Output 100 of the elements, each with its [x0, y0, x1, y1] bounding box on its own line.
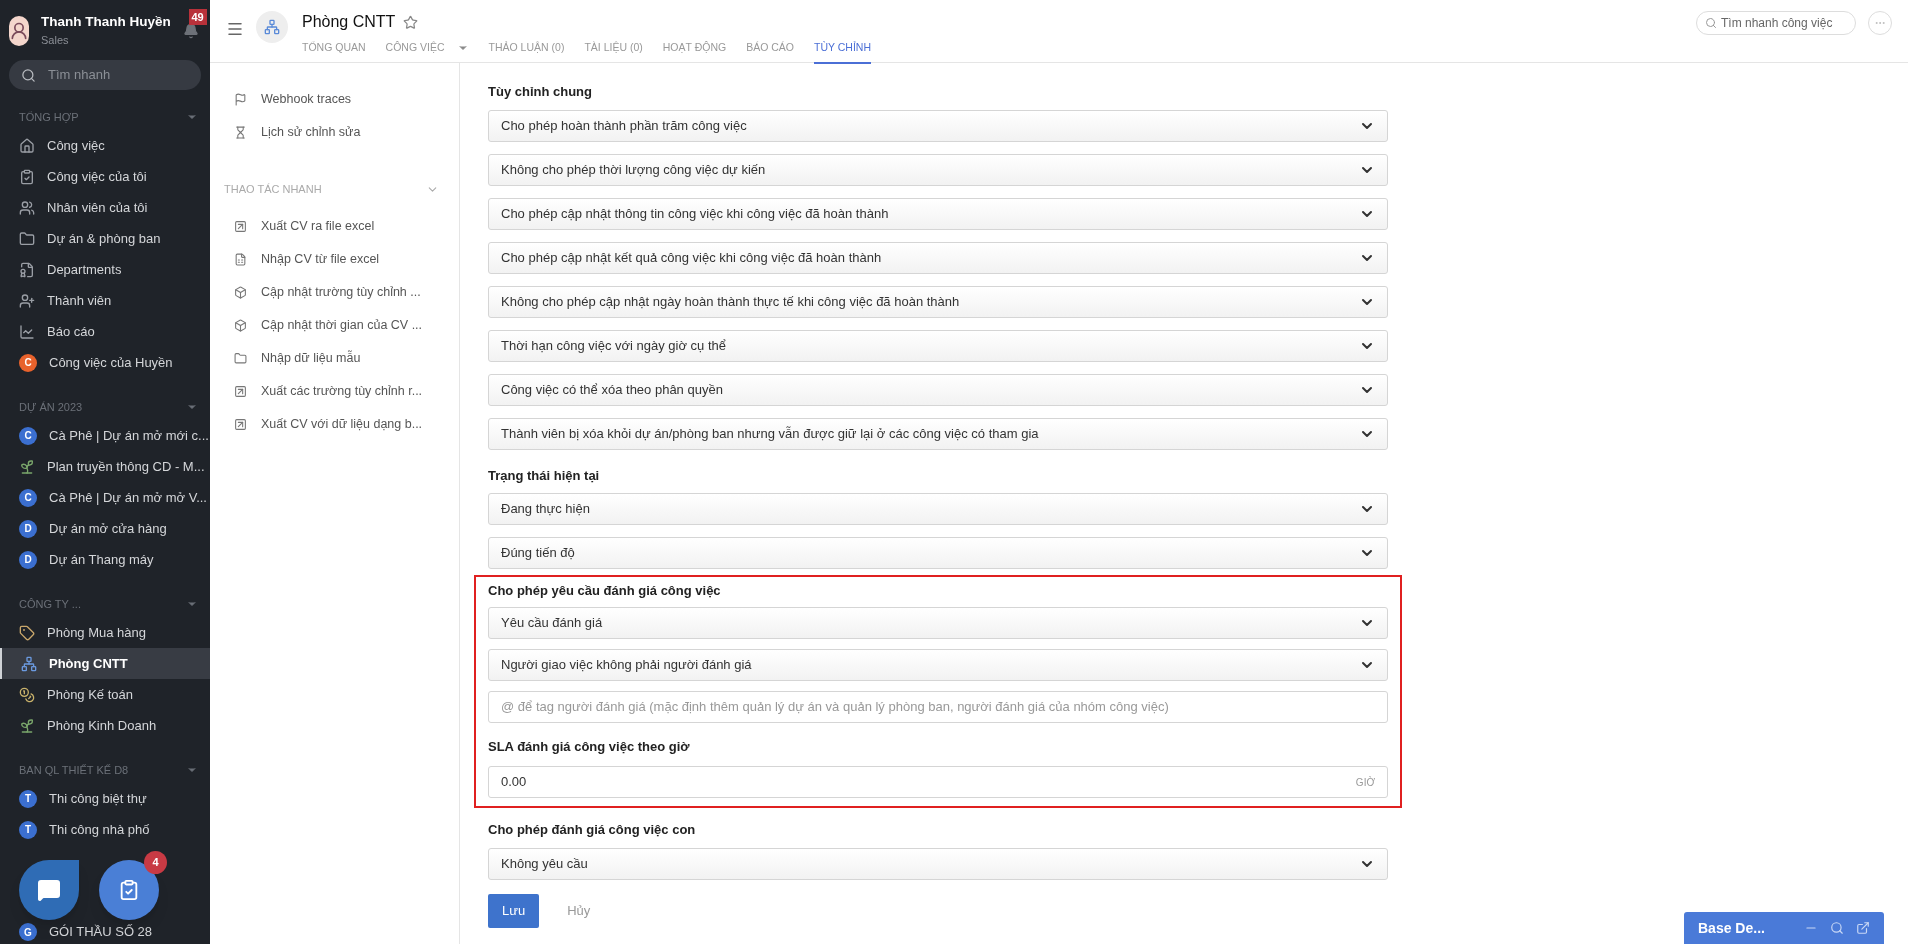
- sidebar-item[interactable]: Phòng Kinh Doanh: [0, 710, 210, 741]
- sidebar-item[interactable]: C Công việc của Huyền: [0, 347, 210, 378]
- select-field[interactable]: Đúng tiến độ: [488, 537, 1388, 569]
- letter-avatar: G: [19, 923, 37, 941]
- bell-icon[interactable]: [182, 22, 199, 39]
- chat-icon: [37, 878, 61, 902]
- sprout-icon: [19, 458, 35, 475]
- box-icon: [234, 285, 247, 299]
- section-heading: Cho phép yêu cầu đánh giá công việc: [488, 582, 722, 600]
- flag-icon: [234, 93, 247, 106]
- box-icon: [234, 318, 247, 332]
- quick-action-item[interactable]: Cập nhật trường tùy chỉnh ...: [210, 275, 459, 309]
- letter-avatar: T: [19, 820, 37, 839]
- select-field[interactable]: Không yêu cầu: [488, 847, 1388, 880]
- chart-icon: [19, 323, 35, 340]
- export-icon: [234, 219, 247, 233]
- star-icon[interactable]: [403, 14, 419, 30]
- section-title: DỰ ÁN 2023: [19, 399, 83, 415]
- hierarchy-icon: [21, 655, 37, 672]
- sidebar-item[interactable]: Thành viên: [0, 285, 210, 316]
- section-heading: Tùy chỉnh chung: [488, 83, 593, 101]
- sidebar-item[interactable]: Dự án & phòng ban: [0, 223, 210, 254]
- menu-icon[interactable]: [226, 20, 244, 38]
- user-avatar[interactable]: [9, 15, 29, 46]
- sidebar-item[interactable]: Departments: [0, 254, 210, 285]
- panel-item[interactable]: Webhook traces: [210, 83, 459, 116]
- letter-avatar: D: [19, 550, 37, 569]
- select-field[interactable]: Không cho phép cập nhật ngày hoàn thành thực tế khi công việc đã hoàn thành: [488, 285, 1388, 318]
- select-field[interactable]: Cho phép cập nhật thông tin công việc khi công việc đã hoàn thành: [488, 197, 1388, 230]
- select-field[interactable]: Yêu cầu đánh giá: [488, 606, 1388, 639]
- panel-item[interactable]: Lịch sử chỉnh sửa: [210, 116, 459, 149]
- clipboard-icon: [118, 879, 140, 901]
- select-field[interactable]: Cho phép hoàn thành phần trăm công việc: [488, 109, 1388, 142]
- sidebar-item[interactable]: T Thi công nhà phố: [0, 814, 210, 845]
- page-title: Phòng CNTT: [302, 12, 396, 32]
- select-field[interactable]: Thành viên bị xóa khỏi dự án/phòng ban nhưng vẫn được giữ lại ở các công việc có tham gia: [488, 417, 1388, 450]
- search-field[interactable]: Tìm nhanh: [9, 60, 201, 90]
- letter-avatar: D: [19, 519, 37, 538]
- quick-action-item[interactable]: Cập nhật thời gian của CV ...: [210, 308, 459, 342]
- letter-avatar: C: [19, 426, 37, 445]
- sidebar-item[interactable]: C Cà Phê | Dự án mở mở V...: [0, 482, 210, 513]
- section-title: BAN QL THIẾT KẾ D8: [19, 762, 129, 778]
- save-button[interactable]: Lưu: [488, 893, 540, 928]
- quick-action-item[interactable]: Xuất CV với dữ liệu dạng b...: [210, 407, 459, 441]
- section-title: TỔNG HỢP: [19, 109, 79, 125]
- input-field[interactable]: @ để tag người đánh giá (mặc định thêm quản lý dự án và quản lý phòng ban, người đánh giá của nhóm công việc): [488, 690, 1388, 723]
- sidebar-item[interactable]: Công việc: [0, 130, 210, 161]
- search-icon[interactable]: [1830, 921, 1844, 935]
- sprout-icon: [19, 717, 35, 734]
- sidebar-item[interactable]: T Thi công biệt thự: [0, 783, 210, 814]
- user-add-icon: [19, 292, 35, 309]
- chat-widget-bar[interactable]: Base De...: [1684, 912, 1884, 944]
- quick-action-item[interactable]: Xuất các trường tùy chỉnh r...: [210, 374, 459, 408]
- spreadsheet-icon: [234, 252, 247, 266]
- select-field[interactable]: Không cho phép thời lượng công việc dự kiến: [488, 153, 1388, 186]
- sidebar-item[interactable]: Báo cáo: [0, 316, 210, 347]
- select-field[interactable]: Đang thực hiện: [488, 493, 1388, 525]
- section-title: CÔNG TY ...: [19, 596, 81, 612]
- sidebar-item[interactable]: Nhân viên của tôi: [0, 192, 210, 223]
- letter-avatar: T: [19, 789, 37, 808]
- sidebar-item[interactable]: Công việc của tôi: [0, 161, 210, 192]
- hourglass-icon: [234, 126, 247, 139]
- document-icon: [19, 261, 35, 278]
- folder-icon: [234, 351, 247, 365]
- sidebar-item[interactable]: Plan truyền thông CD - M...: [0, 451, 210, 482]
- section-heading: Trạng thái hiện tại: [488, 466, 601, 485]
- sidebar-item[interactable]: D Dự án mở cửa hàng: [0, 513, 210, 544]
- chat-widget-title: Base De...: [1698, 918, 1765, 938]
- user-role: Sales: [41, 33, 70, 49]
- quick-action-item[interactable]: Nhập CV từ file excel: [210, 242, 459, 276]
- quick-action-item[interactable]: Xuất CV ra file excel: [210, 209, 459, 243]
- section-heading: Cho phép đánh giá công việc con: [488, 821, 697, 839]
- field-label: SLA đánh giá công việc theo giờ: [488, 737, 691, 756]
- unit-label: GIỜ: [1355, 775, 1375, 790]
- select-field[interactable]: Thời hạn công việc với ngày giờ cụ thể: [488, 329, 1388, 362]
- sidebar-item[interactable]: G GÓI THẦU SỐ 28: [0, 920, 153, 944]
- tab[interactable]: TÙY CHỈNH: [814, 40, 871, 64]
- sidebar-item[interactable]: Phòng Mua hàng: [0, 617, 210, 648]
- quick-action-item[interactable]: Nhập dữ liệu mẫu: [210, 341, 459, 375]
- export-icon: [234, 384, 247, 398]
- section-title: THAO TÁC NHANH: [224, 182, 322, 197]
- department-logo: [256, 11, 288, 43]
- select-field[interactable]: Công việc có thể xóa theo phân quyền: [488, 373, 1388, 406]
- export-icon: [234, 417, 247, 431]
- select-field[interactable]: Cho phép cập nhật kết quả công việc khi công việc đã hoàn thành: [488, 241, 1388, 274]
- sidebar-item[interactable]: Phòng Kế toán: [0, 679, 210, 710]
- home-icon: [19, 137, 35, 154]
- clipboard-icon: [19, 168, 35, 185]
- search-icon: [1705, 17, 1717, 29]
- select-field[interactable]: Người giao việc không phải người đánh giá: [488, 648, 1388, 681]
- folder-icon: [19, 230, 35, 247]
- sidebar-item[interactable]: C Cà Phê | Dự án mở mới c...: [0, 420, 210, 451]
- sidebar-item[interactable]: Phòng CNTT: [0, 648, 210, 679]
- external-link-icon[interactable]: [1856, 921, 1870, 935]
- coins-icon: [19, 686, 35, 703]
- number-field[interactable]: 0.00 GIỜ: [488, 766, 1388, 798]
- people-icon: [19, 199, 35, 216]
- tag-icon: [19, 624, 35, 641]
- notification-badge: 49: [188, 8, 207, 25]
- sidebar-item[interactable]: D Dự án Thang máy: [0, 544, 210, 575]
